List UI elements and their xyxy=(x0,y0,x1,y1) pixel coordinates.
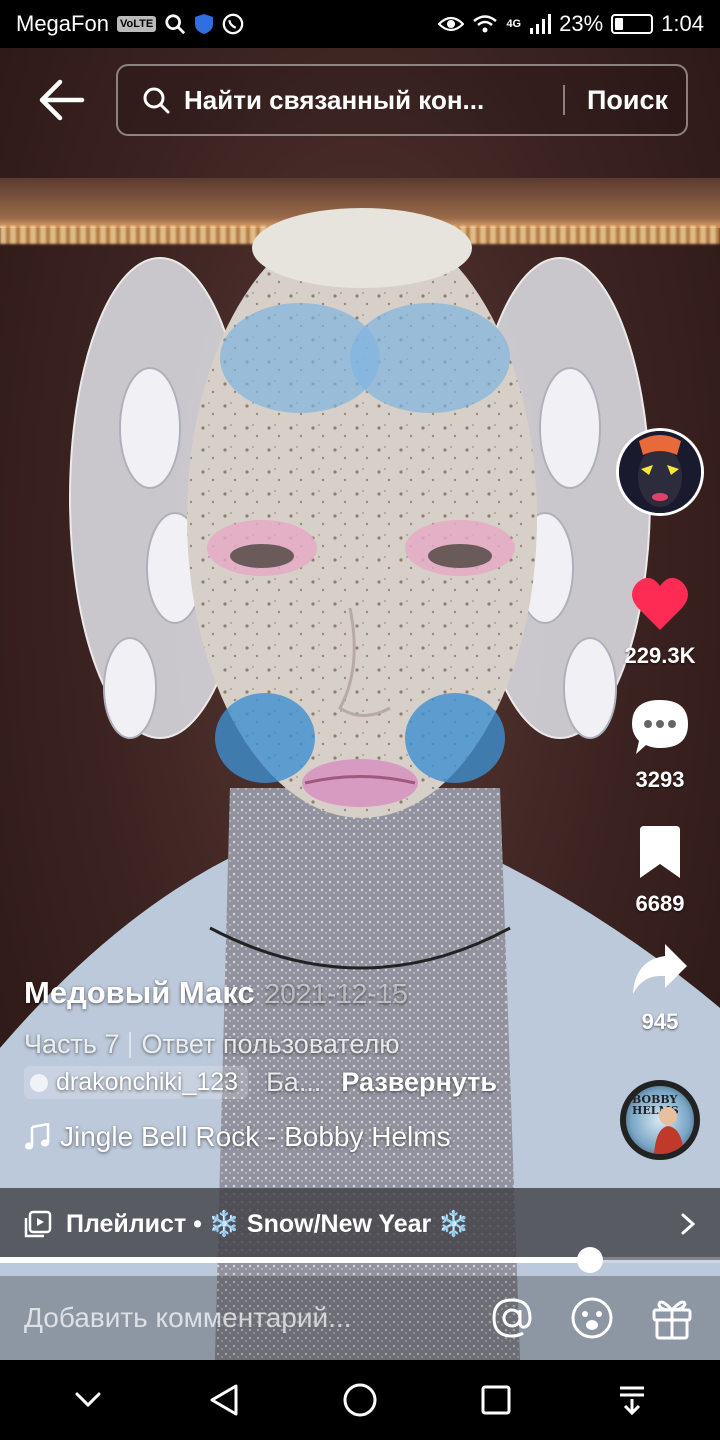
save-count: 6689 xyxy=(635,891,685,916)
battery-fill xyxy=(615,18,624,30)
wifi-icon xyxy=(473,15,498,33)
nav-recents-button[interactable] xyxy=(466,1370,526,1430)
mention-button[interactable] xyxy=(488,1294,536,1342)
heart-icon xyxy=(632,577,688,630)
status-right: 4G 23% 1:04 xyxy=(438,11,704,37)
nav-collapse-button[interactable] xyxy=(58,1370,118,1430)
emoji-button[interactable] xyxy=(568,1294,616,1342)
mention-username: drakonchiki_123 xyxy=(56,1068,239,1096)
shield-icon xyxy=(195,14,214,34)
battery-icon xyxy=(611,14,654,34)
expand-link[interactable]: Развернуть xyxy=(341,1067,497,1098)
playlist-bar[interactable]: Плейлист • ❄️ Snow/New Year ❄️ xyxy=(0,1188,720,1260)
network-label: 4G xyxy=(506,17,522,30)
arrow-left-icon xyxy=(39,79,85,121)
search-button[interactable]: Поиск xyxy=(587,85,668,116)
playlist-title: Плейлист • ❄️ Snow/New Year ❄️ xyxy=(66,1209,470,1238)
search-icon xyxy=(143,87,170,114)
signal-icon xyxy=(530,14,552,34)
search-input[interactable]: Найти связанный кон... xyxy=(184,85,541,116)
emoji-icon xyxy=(571,1297,613,1339)
system-nav-bar xyxy=(0,1360,720,1440)
eye-icon xyxy=(438,16,465,32)
part-label: Часть 7 xyxy=(24,1029,120,1059)
video-caption: Медовый Макс 2021-12-15 Часть 7 Ответ по… xyxy=(24,975,584,1153)
mention-tail: Ба... xyxy=(266,1067,322,1097)
volte-badge: VoLTE xyxy=(116,16,157,32)
chevron-down-icon xyxy=(75,1392,101,1408)
comment-bar: Добавить комментарий... xyxy=(0,1276,720,1360)
nav-notifications-button[interactable] xyxy=(602,1370,662,1430)
description-row: Часть 7 Ответ пользователю xyxy=(24,1029,584,1060)
pull-down-icon xyxy=(620,1386,644,1416)
chevron-right-icon xyxy=(681,1213,696,1235)
reply-label: Ответ пользователю xyxy=(141,1029,400,1059)
comment-action[interactable]: 3293 xyxy=(605,698,715,793)
gift-button[interactable] xyxy=(648,1294,696,1342)
like-count: 229.3K xyxy=(624,643,696,668)
nav-back-button[interactable] xyxy=(194,1370,254,1430)
comment-count: 3293 xyxy=(635,767,685,792)
carrier-name: MegaFon xyxy=(16,11,109,36)
share-arrow-icon xyxy=(633,944,687,994)
gift-icon xyxy=(652,1300,692,1340)
comment-bubble-icon xyxy=(632,700,688,754)
like-action[interactable]: 229.3K xyxy=(605,576,715,669)
search-box[interactable]: Найти связанный кон... Поиск xyxy=(116,64,688,136)
viber-icon xyxy=(222,13,244,35)
search-status-icon xyxy=(165,14,186,35)
creator-avatar[interactable] xyxy=(616,428,704,516)
clock: 1:04 xyxy=(661,11,704,36)
back-button[interactable] xyxy=(36,78,88,122)
bookmark-icon xyxy=(640,826,680,878)
playlist-icon xyxy=(24,1210,52,1238)
video-progress-bar[interactable] xyxy=(0,1247,720,1273)
top-search-row: Найти связанный кон... Поиск xyxy=(0,64,720,136)
triangle-back-icon xyxy=(210,1384,238,1416)
post-date: 2021-12-15 xyxy=(264,978,408,1009)
at-icon xyxy=(492,1298,532,1338)
battery-percent: 23% xyxy=(559,11,604,36)
share-count: 945 xyxy=(641,1009,679,1034)
avatar-image xyxy=(619,431,701,513)
save-action[interactable]: 6689 xyxy=(605,826,715,917)
music-disc[interactable]: BOBBY HELMS xyxy=(620,1080,700,1160)
music-row[interactable]: Jingle Bell Rock - Bobby Helms xyxy=(24,1121,584,1153)
music-title: Jingle Bell Rock - Bobby Helms xyxy=(60,1121,451,1152)
nav-home-button[interactable] xyxy=(330,1370,390,1430)
square-recents-icon xyxy=(481,1385,511,1415)
status-left: MegaFon VoLTE xyxy=(16,11,244,37)
comment-input[interactable]: Добавить комментарий... xyxy=(24,1302,456,1334)
search-divider xyxy=(562,85,565,115)
music-note-icon xyxy=(25,1123,50,1150)
mention-row: drakonchiki_123 Ба... Развернуть xyxy=(24,1066,584,1099)
separator xyxy=(129,1031,132,1058)
status-bar: MegaFon VoLTE 4G 23% 1:04 xyxy=(0,0,720,48)
share-action[interactable]: 945 xyxy=(605,942,715,1035)
progress-fill xyxy=(0,1257,591,1263)
reply-icon xyxy=(30,1073,48,1092)
music-disc-art xyxy=(654,1107,684,1154)
author-name[interactable]: Медовый Макс xyxy=(24,975,255,1011)
mention-chip[interactable]: drakonchiki_123 xyxy=(24,1066,249,1099)
circle-home-icon xyxy=(343,1383,377,1417)
author-row: Медовый Макс 2021-12-15 xyxy=(24,975,584,1011)
